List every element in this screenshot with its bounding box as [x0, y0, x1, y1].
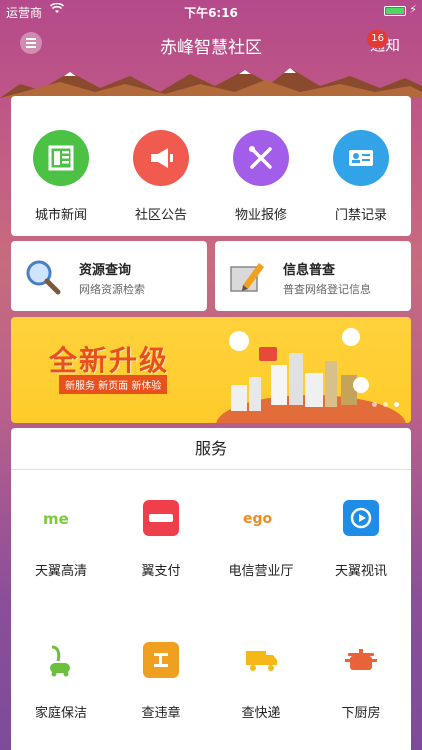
city-illustration: [216, 328, 406, 423]
service-tianyi-video[interactable]: 天翼视讯: [311, 500, 411, 579]
service-ego[interactable]: ego 电信营业厅: [211, 500, 311, 579]
service-express[interactable]: 查快递: [211, 642, 311, 721]
service-home-cleaning[interactable]: 家庭保洁: [11, 642, 111, 721]
info-census-card[interactable]: 信息普查 普查网络登记信息: [215, 241, 411, 311]
video-play-icon: [343, 500, 379, 536]
megaphone-icon: [133, 130, 189, 186]
section-title: 服务: [11, 428, 411, 470]
charging-icon: ⚡: [409, 3, 417, 16]
quick-action-label: 社区公告: [134, 208, 187, 223]
nav-bar: 赤峰智慧社区 通知 16: [0, 24, 422, 64]
quick-action-announcement[interactable]: 社区公告: [111, 96, 211, 236]
ego-icon: ego: [243, 500, 279, 536]
banner-pagination[interactable]: [372, 402, 399, 407]
tianyi-hd-icon: me: [43, 500, 79, 536]
service-label: 查违章: [141, 706, 181, 721]
service-yizhifu[interactable]: 翼支付: [111, 500, 211, 579]
pagination-dot-active[interactable]: [394, 402, 399, 407]
service-label: 查快递: [241, 706, 281, 721]
pagination-dot[interactable]: [372, 402, 377, 407]
card-title: 资源查询: [79, 263, 132, 278]
quick-action-access-log[interactable]: 门禁记录: [311, 96, 411, 236]
card-subtitle: 普查网络登记信息: [283, 283, 371, 296]
services-card: 服务 me 天翼高清 翼支付 ego 电信营业厅 天翼视讯 家庭保洁 查违章 查…: [11, 428, 411, 750]
vacuum-icon: [43, 642, 79, 678]
quick-action-repair[interactable]: 物业报修: [211, 96, 311, 236]
id-card-icon: [333, 130, 389, 186]
service-label: 家庭保洁: [34, 706, 87, 721]
pagination-dot[interactable]: [383, 402, 388, 407]
traffic-violation-icon: [143, 642, 179, 678]
promo-banner[interactable]: 全新升级 新服务 新页面 新体验: [11, 317, 411, 423]
banner-headline: 全新升级: [49, 344, 170, 377]
quick-action-label: 门禁记录: [334, 208, 387, 223]
service-label: 翼支付: [141, 564, 181, 579]
service-label: 下厨房: [341, 706, 381, 721]
tools-icon: [233, 130, 289, 186]
status-bar: 运营商 下午6:16 ⚡: [0, 0, 422, 22]
service-label: 天翼高清: [34, 564, 87, 579]
newspaper-icon: [33, 130, 89, 186]
truck-icon: [243, 642, 279, 678]
yizhifu-icon: [143, 500, 179, 536]
magnifier-icon: [26, 260, 61, 295]
pot-icon: [343, 642, 379, 678]
resource-search-card[interactable]: 资源查询 网络资源检索: [11, 241, 207, 311]
service-label: 电信营业厅: [228, 564, 294, 579]
page-title: 赤峰智慧社区: [160, 38, 262, 58]
clock-label: 下午6:16: [184, 6, 238, 20]
pencil-icon: [230, 263, 264, 292]
mountain-decoration: [0, 68, 422, 98]
service-label: 天翼视讯: [334, 564, 387, 579]
quick-action-label: 物业报修: [234, 208, 287, 223]
card-title: 信息普查: [283, 263, 336, 278]
notification-button[interactable]: 通知 16: [367, 30, 400, 55]
service-tianyi-hd[interactable]: me 天翼高清: [11, 500, 111, 579]
notification-badge: 16: [367, 30, 388, 48]
service-traffic-violation[interactable]: 查违章: [111, 642, 211, 721]
quick-action-city-news[interactable]: 城市新闻: [11, 96, 111, 236]
battery-icon: [384, 6, 406, 16]
service-kitchen[interactable]: 下厨房: [311, 642, 411, 721]
quick-actions-card: 城市新闻 社区公告 物业报修 门禁记录: [11, 96, 411, 236]
banner-tags: 新服务 新页面 新体验: [59, 375, 168, 394]
svg-text:ego: ego: [243, 511, 273, 527]
quick-action-label: 城市新闻: [34, 208, 87, 223]
card-subtitle: 网络资源检索: [79, 283, 145, 296]
svg-text:me: me: [43, 510, 69, 528]
